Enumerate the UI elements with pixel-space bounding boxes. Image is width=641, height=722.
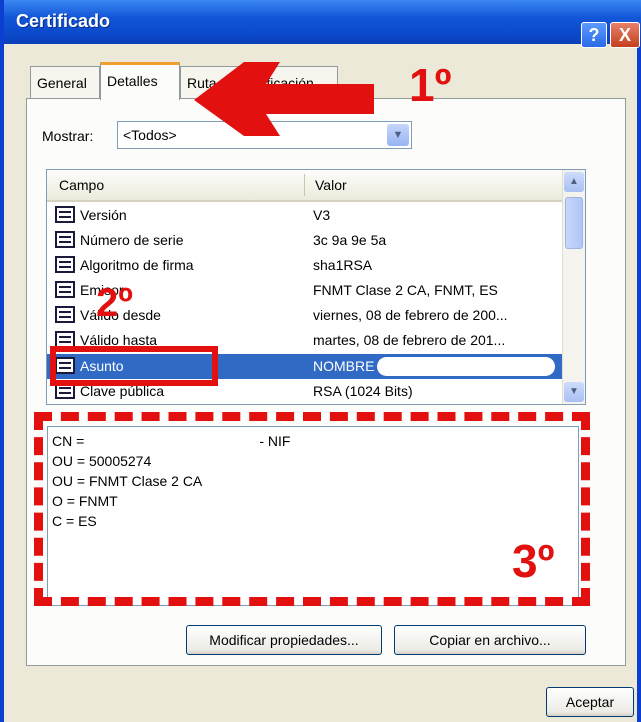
step-2-highlight-box — [50, 346, 218, 386]
tab-label: Detalles — [107, 73, 158, 89]
tab-details[interactable]: Detalles — [100, 62, 180, 100]
step-2-label: 2º — [96, 281, 133, 325]
certificate-dialog: Certificado ? X General Ruta de certific… — [0, 0, 641, 722]
step-3-dashed-box — [34, 412, 590, 606]
step-3-label: 3º — [512, 535, 555, 587]
step-1-label: 1º — [409, 59, 452, 111]
